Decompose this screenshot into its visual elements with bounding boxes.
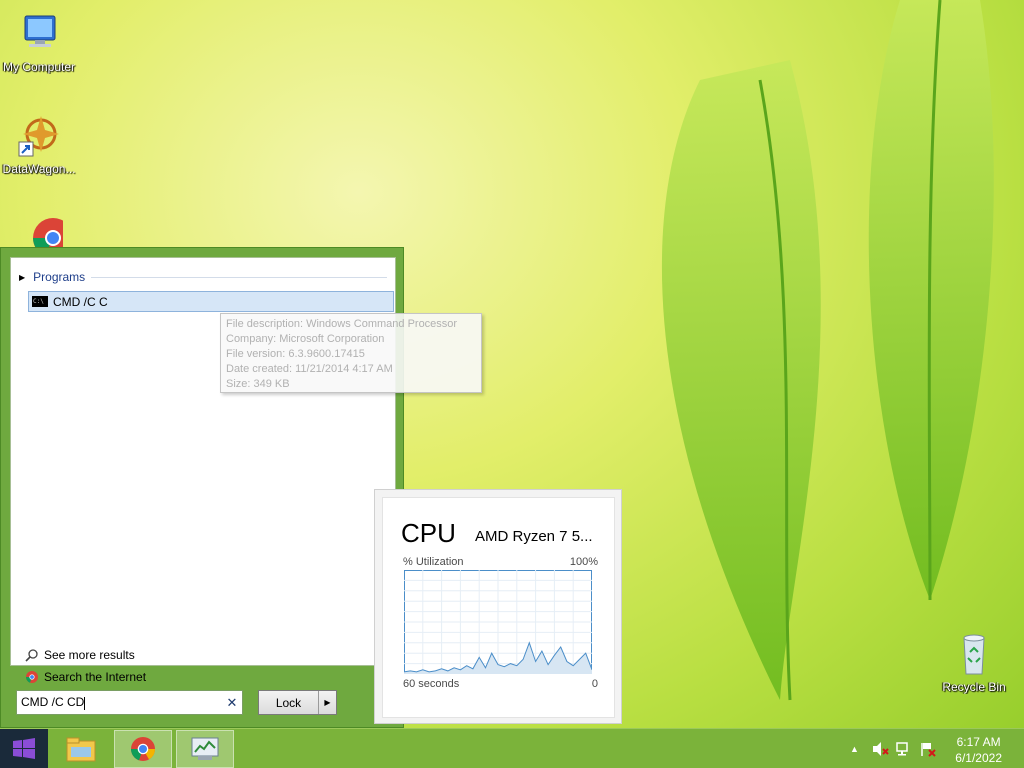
cpu-panel: CPU AMD Ryzen 7 5... % Utilization 100% …: [382, 497, 615, 718]
utilization-label: % Utilization: [403, 556, 464, 568]
chrome-icon: [25, 671, 38, 683]
max-utilization-label: 100%: [569, 556, 598, 568]
start-search-input[interactable]: CMD /C CD ✕: [16, 690, 243, 715]
tooltip-description: File description: Windows Command Proces…: [226, 318, 458, 330]
taskbar-chrome[interactable]: [114, 730, 172, 768]
desktop-icon-label: DataWagon...: [2, 162, 76, 176]
section-divider: [91, 276, 387, 278]
desktop-icon-datawagon[interactable]: DataWagon...: [0, 112, 78, 176]
min-utilization-label: 0: [591, 678, 598, 690]
search-result-label: CMD /C C: [53, 294, 108, 309]
tooltip-created: Date created: 11/21/2014 4:17 AM: [226, 363, 393, 375]
chrome-icon: [131, 737, 155, 761]
file-info-tooltip: File description: Windows Command Proces…: [220, 313, 482, 393]
tooltip-version: File version: 6.3.9600.17415: [226, 348, 365, 360]
see-more-results-link[interactable]: See more results: [25, 644, 146, 666]
taskbar-clock[interactable]: 6:17 AM 6/1/2022: [955, 734, 1002, 766]
search-result-cmd[interactable]: C:\ CMD /C C: [28, 291, 394, 312]
time-span-label: 60 seconds: [403, 678, 460, 690]
programs-section-label: Programs: [33, 270, 86, 284]
start-menu: ▶ Programs C:\ CMD /C C File description…: [0, 247, 482, 728]
datawagon-logo-icon: [18, 116, 59, 157]
folder-icon: [66, 737, 96, 762]
expand-arrow-icon: ▶: [19, 272, 26, 282]
lock-button[interactable]: Lock ▶: [258, 690, 337, 715]
programs-section-header[interactable]: ▶ Programs: [19, 270, 387, 284]
start-menu-results-pane: ▶ Programs C:\ CMD /C C File description…: [10, 257, 482, 684]
taskbar-task-manager[interactable]: [176, 730, 234, 768]
power-options-arrow-icon[interactable]: ▶: [318, 691, 336, 714]
start-button[interactable]: [0, 729, 48, 768]
magnifier-icon: [25, 649, 38, 662]
clock-date: 6/1/2022: [955, 751, 1002, 765]
task-manager-icon: [191, 737, 219, 760]
clock-time: 6:17 AM: [956, 735, 1001, 749]
start-menu-links: See more results Search the Internet: [25, 644, 146, 688]
show-hidden-icons-arrow-icon[interactable]: ▲: [850, 744, 859, 754]
desktop-icon-label: My Computer: [2, 60, 76, 74]
cpu-title: CPU: [401, 518, 456, 548]
tooltip-size: Size: 349 KB: [226, 378, 290, 390]
clear-search-icon[interactable]: ✕: [222, 695, 242, 711]
cpu-monitor-widget[interactable]: CPU AMD Ryzen 7 5... % Utilization 100% …: [374, 489, 622, 724]
text-caret: [84, 696, 86, 710]
lock-button-label: Lock: [275, 695, 302, 710]
network-icon[interactable]: [895, 741, 913, 757]
computer-icon: [24, 15, 56, 47]
volume-muted-icon[interactable]: [871, 741, 889, 757]
action-center-flag-icon[interactable]: [919, 741, 937, 757]
search-internet-link[interactable]: Search the Internet: [25, 666, 146, 688]
windows-logo-icon: [13, 738, 35, 759]
recycle-bin-icon: [963, 634, 985, 675]
desktop-icon-label: Recycle Bin: [942, 680, 1006, 694]
search-input-value: CMD /C CD: [21, 695, 85, 710]
cpu-model-name: AMD Ryzen 7 5...: [475, 528, 593, 545]
command-prompt-icon: C:\: [32, 296, 48, 307]
desktop-icon-recycle-bin[interactable]: Recycle Bin: [938, 630, 1010, 694]
system-tray: ▲: [850, 729, 937, 768]
taskbar: ▲ 6:17 AM 6/1/2022: [0, 728, 1024, 768]
tooltip-company: Company: Microsoft Corporation: [226, 333, 385, 345]
taskbar-file-explorer[interactable]: [52, 730, 110, 768]
cpu-utilization-chart: [404, 570, 592, 674]
desktop-icon-my-computer[interactable]: My Computer: [0, 10, 78, 74]
